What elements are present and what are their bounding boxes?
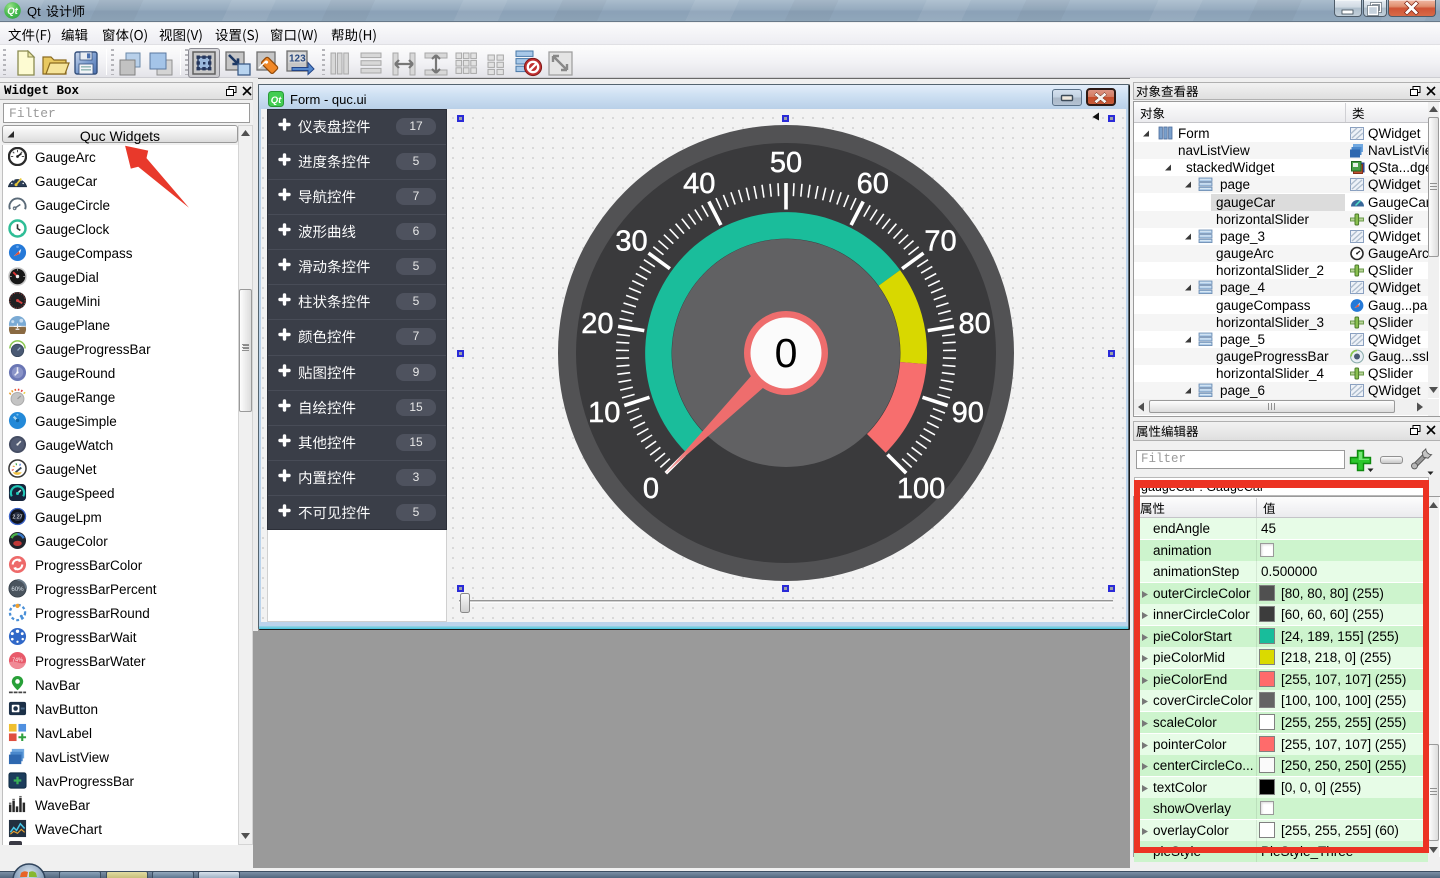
svg-text:90: 90	[952, 397, 984, 429]
svg-text:Qt: Qt	[7, 6, 18, 17]
svg-text:123: 123	[289, 54, 306, 65]
svg-text:60%: 60%	[11, 586, 24, 593]
svg-text:70: 70	[924, 226, 956, 258]
svg-text:10: 10	[588, 397, 620, 429]
svg-text:2.27: 2.27	[12, 515, 22, 521]
svg-text:0: 0	[775, 330, 798, 376]
svg-text:50: 50	[770, 147, 802, 179]
svg-text:100: 100	[897, 473, 945, 505]
svg-text:60: 60	[857, 168, 889, 200]
svg-text:74%: 74%	[12, 657, 23, 663]
svg-text:0: 0	[643, 473, 659, 505]
svg-text:80: 80	[958, 308, 990, 340]
svg-text:30: 30	[615, 226, 647, 258]
svg-text:20: 20	[581, 308, 613, 340]
svg-text:40: 40	[683, 168, 715, 200]
svg-text:Qt: Qt	[271, 95, 282, 106]
